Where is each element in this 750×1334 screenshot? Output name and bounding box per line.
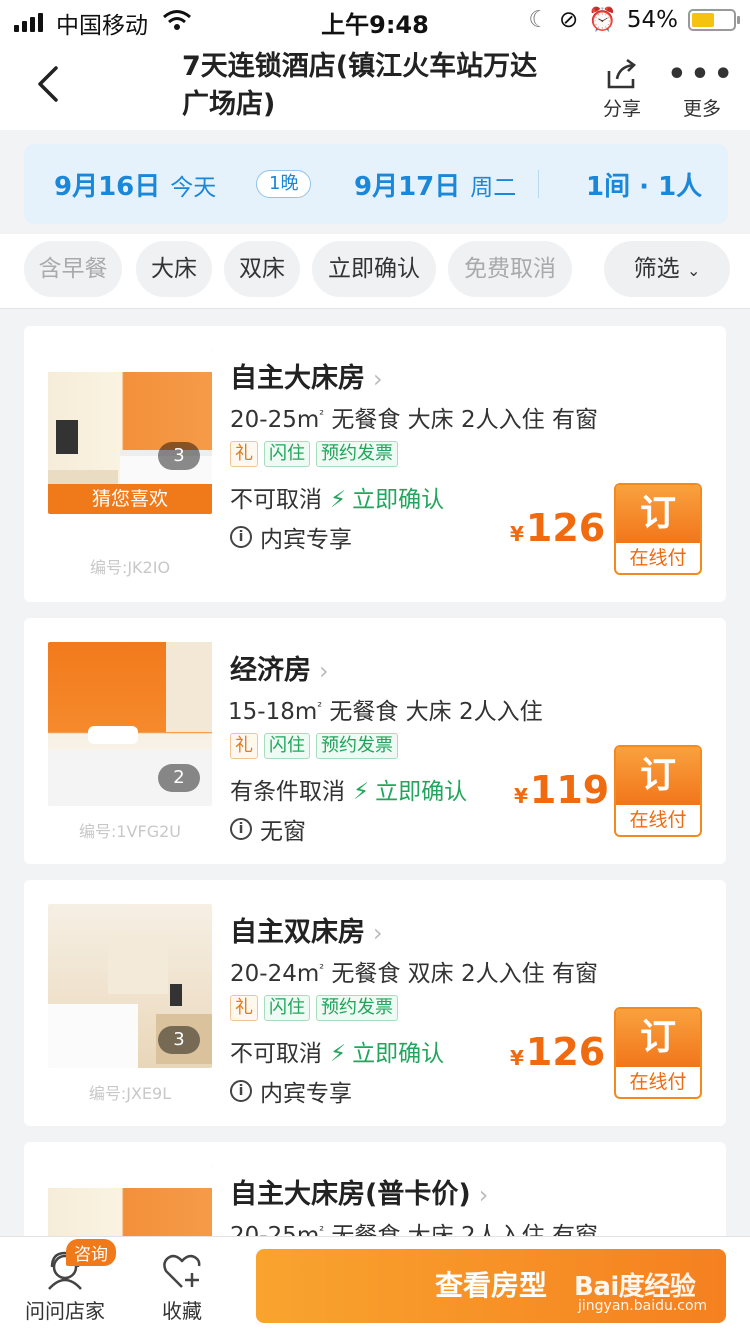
filter-chip-instant-confirm[interactable]: 立即确认 [312,241,436,297]
back-button[interactable] [30,62,70,106]
room-name[interactable]: 自主大床房(普卡价) › [230,1172,488,1211]
room-note: i 内宾专享 [230,520,352,554]
room-price: ¥119 [514,768,610,812]
consult-badge: 咨询 [66,1239,116,1266]
chevron-right-icon: › [319,657,329,685]
chevron-right-icon: › [373,919,383,947]
quick-filters: 含早餐 大床 双床 立即确认 免费取消 筛选 ⌄ [0,234,750,308]
room-tags: 礼 闪住 预约发票 [230,995,398,1021]
invoice-tag: 预约发票 [316,995,398,1021]
chevron-down-icon: ⌄ [686,261,701,280]
more-label: 更多 [682,98,721,120]
nav-header: 7天连锁酒店(镇江火车站万达广场店) 分享 ••• 更多 [0,40,750,130]
flash-stay-tag: 闪住 [264,441,310,467]
photo-count-badge: 3 [158,442,200,470]
battery-percent: 54% [626,6,678,33]
favorite-label: 收藏 [162,1299,202,1323]
lightning-icon: ⚡ [330,487,347,513]
room-photo[interactable]: 2 [48,642,212,806]
lightning-icon: ⚡ [330,1041,347,1067]
room-code: 编号:JK2IO [89,558,171,577]
room-name[interactable]: 自主大床房 › [230,356,383,395]
lightning-icon: ⚡ [353,779,370,805]
rooms-guests-selector[interactable]: 1间 · 1人 [586,166,702,203]
hotel-title: 7天连锁酒店(镇江火车站万达广场店) [182,51,538,120]
favorite-button[interactable]: 收藏 [140,1247,224,1324]
chevron-left-icon [38,66,58,102]
invoice-tag: 预约发票 [316,733,398,759]
photo-count-badge: 3 [158,1026,200,1054]
room-tags: 礼 闪住 预约发票 [230,441,398,467]
recommend-banner: 猜您喜欢 [48,484,212,514]
share-label: 分享 [602,98,641,120]
filter-chip-twin-bed[interactable]: 双床 [224,241,300,297]
section-divider [0,308,750,309]
flash-stay-tag: 闪住 [264,733,310,759]
room-tags: 礼 闪住 预约发票 [230,733,398,759]
room-photo[interactable]: 3 [48,904,212,1068]
alarm-icon: ⏰ [588,7,617,33]
gift-tag: 礼 [230,441,258,467]
watermark-url: jingyan.baidu.com [578,1298,708,1314]
status-bar: 中国移动 上午9:48 ☾ ⊘ ⏰ 54% [0,0,750,40]
book-button[interactable]: 订在线付 [614,1007,702,1099]
chevron-right-icon: › [373,365,383,393]
room-code: 编号:JXE9L [88,1084,172,1103]
room-card[interactable]: 3 编号:JXE9L 自主双床房 › 20-24m² 无餐食 双床 2人入住 有窗… [24,880,726,1126]
room-price: ¥126 [510,506,606,550]
share-button[interactable]: 分享 [592,54,652,121]
filter-chip-big-bed[interactable]: 大床 [136,241,212,297]
cancel-policy: 有条件取消 ⚡ 立即确认 [230,779,468,805]
nights-badge: 1晚 [256,170,312,198]
filter-chip-breakfast[interactable]: 含早餐 [24,241,122,297]
gift-tag: 礼 [230,995,258,1021]
room-spec: 15-18m² 无餐食 大床 2人入住 [228,699,543,725]
info-icon: i [230,1080,252,1102]
photo-count-badge: 2 [158,764,200,792]
room-photo[interactable]: 3 猜您喜欢 [48,350,212,514]
battery-icon [688,8,740,31]
room-spec: 20-24m² 无餐食 双床 2人入住 有窗 [230,961,598,987]
room-code: 编号:1VFG2U [78,822,181,841]
room-card[interactable]: 2 编号:1VFG2U 经济房 › 15-18m² 无餐食 大床 2人入住 礼 闪… [24,618,726,864]
checkout-day: 周二 [470,175,517,201]
invoice-tag: 预约发票 [316,441,398,467]
ask-host-label: 问问店家 [25,1299,105,1323]
checkin-day: 今天 [170,175,217,201]
more-dots-icon: ••• [667,56,737,92]
checkout-date[interactable]: 9月17日 周二 [354,166,516,203]
cancel-policy: 不可取消 ⚡ 立即确认 [230,487,445,513]
room-name[interactable]: 自主双床房 › [230,910,383,949]
more-button[interactable]: ••• 更多 [667,54,737,121]
room-note: i 无窗 [230,812,306,846]
book-button[interactable]: 订在线付 [614,483,702,575]
room-spec: 20-25m² 无餐食 大床 2人入住 有窗 [230,407,598,433]
info-icon: i [230,818,252,840]
rotation-lock-icon: ⊘ [558,6,579,33]
date-selector[interactable]: 9月16日 今天 1晚 9月17日 周二 1间 · 1人 [24,144,728,224]
info-icon: i [230,526,252,548]
gift-tag: 礼 [230,733,258,759]
cancel-policy: 不可取消 ⚡ 立即确认 [230,1041,445,1067]
room-price: ¥126 [510,1030,606,1074]
room-name[interactable]: 经济房 › [230,648,329,687]
heart-plus-icon [163,1254,201,1288]
book-button[interactable]: 订在线付 [614,745,702,837]
room-card[interactable]: 3 猜您喜欢 编号:JK2IO 自主大床房 › 20-25m² 无餐食 大床 2人… [24,326,726,602]
checkin-date[interactable]: 9月16日 今天 [54,166,216,203]
divider [538,170,539,198]
flash-stay-tag: 闪住 [264,995,310,1021]
moon-icon: ☾ [528,6,549,33]
filter-button[interactable]: 筛选 ⌄ [604,241,730,297]
filter-chip-free-cancel[interactable]: 免费取消 [448,241,572,297]
share-icon [607,58,637,89]
chevron-right-icon: › [478,1181,489,1209]
room-note: i 内宾专享 [230,1074,352,1108]
